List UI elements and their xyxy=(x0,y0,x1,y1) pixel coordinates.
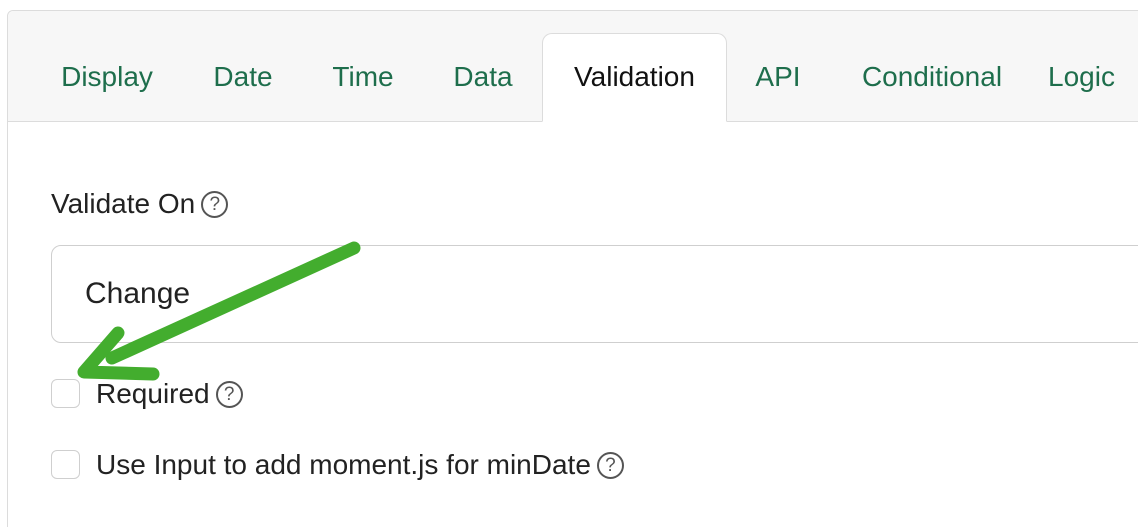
help-icon[interactable]: ? xyxy=(201,191,229,218)
tab-validation[interactable]: Validation xyxy=(542,33,727,122)
tab-logic[interactable]: Logic xyxy=(1048,33,1138,121)
validate-on-selected-value: Change xyxy=(85,277,191,310)
tab-date[interactable]: Date xyxy=(188,33,298,121)
validate-on-select[interactable]: Change xyxy=(51,245,1138,343)
required-label[interactable]: Required xyxy=(96,378,210,409)
tab-data[interactable]: Data xyxy=(428,33,538,121)
page: Display Date Time Data Validation API Co… xyxy=(0,0,1138,527)
tab-bar: Display Date Time Data Validation API Co… xyxy=(8,11,1138,122)
required-checkbox[interactable] xyxy=(51,379,80,408)
tab-time[interactable]: Time xyxy=(304,33,422,121)
moment-input-label[interactable]: Use Input to add moment.js for minDate xyxy=(96,449,591,480)
component-settings-panel: Display Date Time Data Validation API Co… xyxy=(7,10,1138,527)
validate-on-label: Validate On xyxy=(51,188,196,219)
tab-display[interactable]: Display xyxy=(36,33,178,121)
help-icon[interactable]: ? xyxy=(215,381,243,408)
moment-input-checkbox[interactable] xyxy=(51,450,80,479)
tab-api[interactable]: API xyxy=(734,33,822,121)
help-icon[interactable]: ? xyxy=(596,452,624,479)
required-label-row[interactable]: Required? xyxy=(96,377,243,411)
tab-conditional[interactable]: Conditional xyxy=(842,33,1022,121)
validate-on-label-row: Validate On? xyxy=(51,187,229,221)
moment-input-label-row[interactable]: Use Input to add moment.js for minDate? xyxy=(96,448,624,482)
